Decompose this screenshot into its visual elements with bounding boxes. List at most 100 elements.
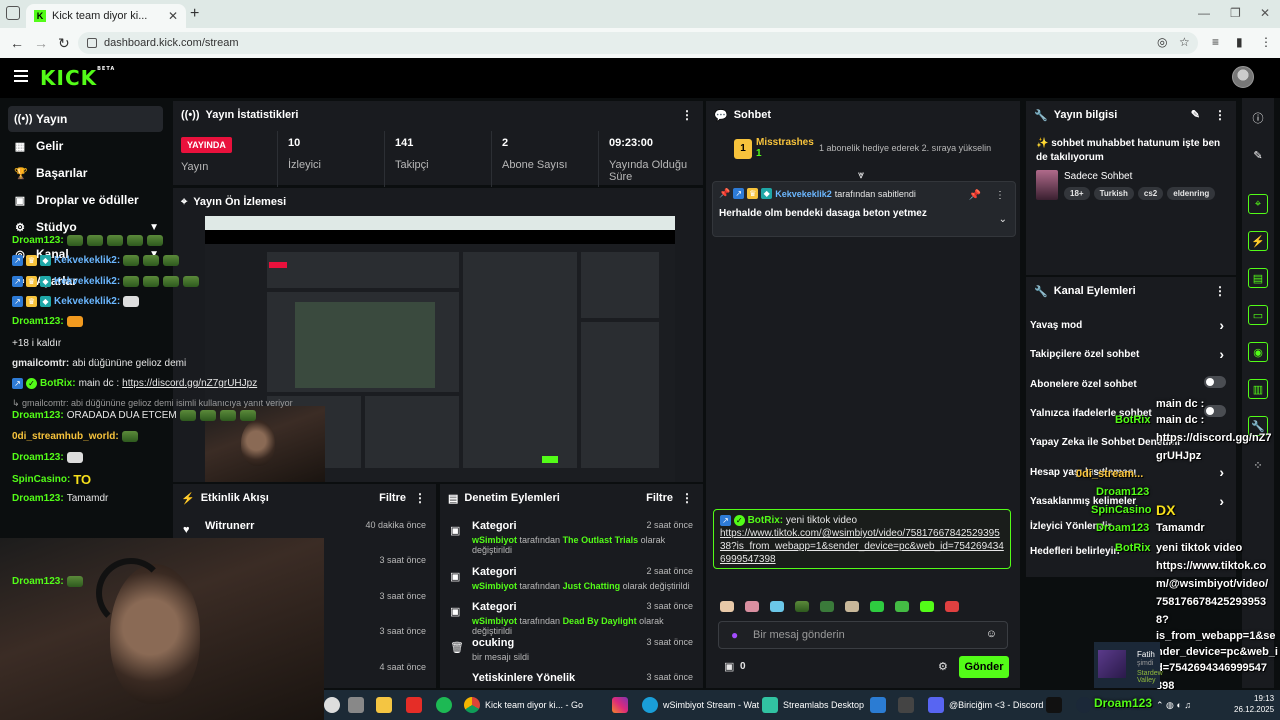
reload-button[interactable]: ↻ [58, 35, 70, 52]
emote-icon[interactable] [870, 601, 884, 612]
taskbar-app-icon[interactable] [870, 695, 886, 715]
sidebar-item-gelir[interactable]: ▦ Gelir [8, 133, 163, 159]
action-subs-only[interactable]: Abonelere özel sohbet [1030, 376, 1230, 390]
more-icon[interactable]: ⋮ [681, 108, 693, 122]
emote-icon[interactable] [795, 601, 809, 612]
emote-icon[interactable] [770, 601, 784, 612]
edit-icon[interactable]: ✎ [1191, 108, 1200, 121]
taskbar-edge-item[interactable]: wSimbiyot Stream - Wat [642, 695, 759, 715]
taskbar-streamlabs-item[interactable]: Streamlabs Desktop [762, 695, 864, 715]
taskbar-discord-item[interactable]: @Biriciğim <3 - Discord [928, 695, 1043, 715]
wrench-icon: 🔧 [1034, 285, 1048, 298]
emote-icon [66, 452, 83, 463]
send-button[interactable]: Gönder [959, 656, 1009, 678]
tab-search-icon[interactable] [6, 6, 20, 20]
more-icon[interactable]: ⋮ [1214, 108, 1226, 122]
eye-off-icon[interactable]: ◎ [1157, 35, 1167, 49]
extension-icon[interactable]: ▮ [1236, 35, 1243, 49]
emote-icon[interactable] [845, 601, 859, 612]
chevron-down-icon[interactable]: ⌄ [999, 214, 1007, 225]
taskbar-steam-icon[interactable] [1076, 695, 1092, 715]
pinned-text: Herhalde olm bendeki dasaga beton yetmez [719, 208, 927, 219]
forward-button[interactable]: → [34, 35, 48, 51]
browser-menu-icon[interactable]: ⋮ [1260, 35, 1272, 49]
taskbar-app-icon[interactable] [898, 695, 914, 715]
emote-icon[interactable] [920, 601, 934, 612]
site-info-icon[interactable] [87, 38, 97, 48]
chevron-right-icon: › [1219, 317, 1224, 333]
taskbar-taskview-icon[interactable] [348, 695, 364, 715]
pinned-message[interactable]: 📌 ↗ ♛ ◆ Kekvekeklik2 tarafından sabitlen… [712, 181, 1016, 237]
sidebar-item-yayin[interactable]: ((•)) Yayın [8, 106, 163, 132]
emote-icon[interactable] [745, 601, 759, 612]
pencil-icon[interactable]: ✎ [1248, 145, 1268, 165]
stat-live-label: Yayın [181, 161, 209, 173]
drag-handle-icon[interactable]: ⁘ [1248, 455, 1268, 475]
points-icon[interactable]: ▣ [724, 660, 734, 673]
chat-link[interactable]: https://www.tiktok.com/@wsimbiyot/video/… [720, 528, 1004, 565]
toggle-switch[interactable] [1204, 376, 1226, 388]
clip-icon[interactable]: ⌖ [1248, 194, 1268, 214]
chat-link[interactable]: https://discord.gg/nZ7grUHJpz [122, 378, 257, 389]
tag[interactable]: cs2 [1137, 187, 1164, 200]
tray-icons[interactable]: ⌃ ◍ ◐ ♫ [1156, 695, 1191, 715]
more-icon[interactable]: ⋮ [1214, 284, 1226, 298]
taskbar-youtube-icon[interactable] [406, 695, 422, 715]
sidebar-item-basarilar[interactable]: 🏆 Başarılar [8, 160, 163, 186]
menu-icon[interactable] [14, 70, 28, 82]
chat-settings-icon[interactable]: ⚙ [938, 660, 948, 673]
chat-input[interactable]: ● Bir mesaj gönderin ☺ [718, 621, 1008, 649]
restore-icon[interactable]: ❐ [1230, 6, 1241, 20]
taskbar-tiktok-icon[interactable] [1046, 695, 1062, 715]
chat-username: Droam123: [12, 576, 64, 587]
unpin-icon[interactable]: 📌 [969, 190, 981, 201]
stat-viewers: 10 İzleyici [288, 137, 321, 171]
emote-icon[interactable] [720, 601, 734, 612]
toggle-switch[interactable] [1204, 405, 1226, 417]
chat-icon[interactable]: ▭ [1248, 305, 1268, 325]
tag[interactable]: Turkish [1093, 187, 1134, 200]
taskbar-spotify-icon[interactable] [436, 695, 452, 715]
kick-logo[interactable]: KICKBETA [40, 66, 115, 90]
steam-notification[interactable]: Fatih şimdi Stardew Valley [1094, 642, 1163, 688]
tag[interactable]: 18+ [1064, 187, 1090, 200]
emoji-icon[interactable]: ☺ [986, 628, 997, 640]
sidebar-item-droplar[interactable]: ▣ Droplar ve ödüller [8, 187, 163, 213]
info-icon[interactable]: ⓘ [1248, 108, 1268, 128]
media-icon[interactable]: ≡ [1212, 35, 1219, 49]
document-icon[interactable]: ▤ [1248, 268, 1268, 288]
broadcast-icon[interactable]: ◉ [1248, 342, 1268, 362]
back-button[interactable]: ← [10, 35, 24, 51]
taskbar-search-icon[interactable] [324, 695, 340, 715]
bookmark-star-icon[interactable]: ☆ [1179, 35, 1190, 49]
new-tab-button[interactable]: + [190, 5, 199, 23]
chat-username: Kekvekeklik2: [54, 255, 121, 266]
emote-icon[interactable] [820, 601, 834, 612]
panel-icon[interactable]: ▥ [1248, 379, 1268, 399]
url-field[interactable]: dashboard.kick.com/stream [78, 32, 1198, 54]
tag[interactable]: eldenring [1167, 187, 1216, 200]
emote-icon[interactable] [895, 601, 909, 612]
taskbar-instagram-icon[interactable] [612, 695, 628, 715]
minimize-icon[interactable]: — [1198, 6, 1210, 20]
audit-row-body: Yetiskinlere Yönelik 3 saat önce [472, 672, 693, 684]
more-icon[interactable]: ⋮ [995, 190, 1005, 201]
microphone-icon[interactable]: ● [731, 628, 738, 642]
tab-close-icon[interactable]: ✕ [168, 9, 178, 23]
action-followers-only[interactable]: Takipçilere özel sohbet › [1030, 346, 1230, 362]
emote-icon[interactable] [945, 601, 959, 612]
overlay-text: main dc : [1156, 414, 1205, 426]
taskbar-chrome-item[interactable]: Kick team diyor ki... - Go [464, 695, 583, 715]
audit-time: 3 saat önce [646, 637, 693, 647]
browser-tab[interactable]: K Kick team diyor ki... ✕ [26, 4, 186, 28]
chevron-down-icon[interactable]: ▼ [149, 222, 159, 233]
notification-sub: şimdi [1137, 660, 1154, 667]
close-window-icon[interactable]: ✕ [1260, 6, 1270, 20]
avatar[interactable] [1232, 66, 1254, 88]
taskbar-clock[interactable]: 19:13 26.12.2025 [1234, 693, 1274, 715]
action-slow-mode[interactable]: Yavaş mod › [1030, 317, 1230, 333]
taskbar-explorer-icon[interactable] [376, 695, 392, 715]
category-name[interactable]: Sadece Sohbet [1064, 171, 1132, 182]
lightning-icon[interactable]: ⚡ [1248, 231, 1268, 251]
overlay-text: 758176678425293953 [1156, 596, 1267, 608]
